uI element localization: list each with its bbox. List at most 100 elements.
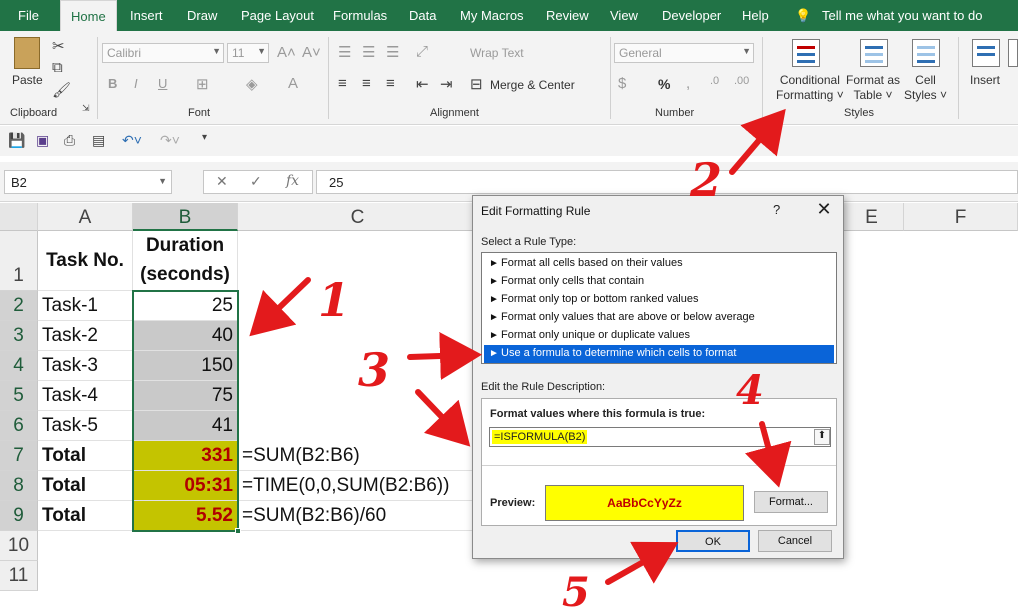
insert-cells-button[interactable]: Insert xyxy=(970,73,1000,88)
collapse-dialog-icon[interactable]: ⬆ xyxy=(814,429,830,445)
wrap-text-button[interactable]: Wrap Text xyxy=(470,46,524,61)
cell-a3[interactable]: Task-2 xyxy=(38,321,133,351)
row-header-9[interactable]: 9 xyxy=(0,501,38,531)
format-as-table-icon[interactable] xyxy=(860,39,888,67)
cell-c9[interactable]: =SUM(B2:B6)/60 xyxy=(238,501,478,531)
row-header-5[interactable]: 5 xyxy=(0,381,38,411)
cell-c8[interactable]: =TIME(0,0,SUM(B2:B6)) xyxy=(238,471,478,501)
column-header-f[interactable]: F xyxy=(904,203,1018,231)
format-as-table-button[interactable]: Format as Table ˅ xyxy=(846,73,900,103)
print-preview-icon[interactable]: ▤ xyxy=(92,132,105,149)
cell-a5[interactable]: Task-4 xyxy=(38,381,133,411)
number-format-select[interactable]: General ▼ xyxy=(614,43,754,63)
column-header-b[interactable]: B xyxy=(133,203,238,231)
rule-type-item[interactable]: ► Format all cells based on their values xyxy=(484,255,834,273)
close-icon[interactable]: ✕ xyxy=(813,199,835,220)
conditional-formatting-button[interactable]: Conditional Formatting ˅ xyxy=(776,73,844,103)
cell-a9[interactable]: Total xyxy=(38,501,133,531)
copy-icon[interactable]: ⧉ xyxy=(52,59,63,76)
row-header-3[interactable]: 3 xyxy=(0,321,38,351)
italic-button[interactable]: I xyxy=(134,76,138,91)
menu-my-macros[interactable]: My Macros xyxy=(460,8,524,23)
conditional-formatting-icon[interactable] xyxy=(792,39,820,67)
rule-type-item[interactable]: ► Format only unique or duplicate values xyxy=(484,327,834,345)
name-box[interactable]: B2 ▼ xyxy=(4,170,172,194)
align-middle-icon[interactable]: ☰ xyxy=(362,43,375,61)
format-button[interactable]: Format... xyxy=(754,491,828,513)
cell-a2[interactable]: Task-1 xyxy=(38,291,133,321)
paste-icon[interactable] xyxy=(14,37,40,69)
decrease-decimal-icon[interactable]: .00 xyxy=(734,75,749,87)
percent-button[interactable]: % xyxy=(658,77,670,92)
paste-button[interactable]: Paste xyxy=(12,73,43,88)
cell-c7[interactable]: =SUM(B2:B6) xyxy=(238,441,478,471)
format-painter-icon[interactable]: 🖌 xyxy=(52,81,71,99)
cell-b1[interactable]: Duration (seconds) xyxy=(133,231,238,291)
menu-developer[interactable]: Developer xyxy=(662,8,721,23)
underline-button[interactable]: U xyxy=(158,76,167,91)
tell-me-search[interactable]: Tell me what you want to do xyxy=(822,8,982,23)
select-all-corner[interactable] xyxy=(0,203,38,231)
row-header-6[interactable]: 6 xyxy=(0,411,38,441)
row-header-4[interactable]: 4 xyxy=(0,351,38,381)
formula-field[interactable]: =ISFORMULA(B2) ⬆ xyxy=(489,427,831,447)
align-center-icon[interactable]: ≡ xyxy=(362,75,371,92)
row-header-1[interactable]: 1 xyxy=(0,231,38,291)
row-header-2[interactable]: 2 xyxy=(0,291,38,321)
customize-toolbar-icon[interactable]: ▾ xyxy=(202,132,207,143)
merge-icon[interactable]: ⊟ xyxy=(470,75,483,93)
cell-styles-icon[interactable] xyxy=(912,39,940,67)
grow-font-icon[interactable]: A˄ xyxy=(277,44,296,61)
redo-icon[interactable]: ↷˅ xyxy=(160,132,180,149)
row-header-8[interactable]: 8 xyxy=(0,471,38,501)
borders-icon[interactable]: ⊞ xyxy=(196,75,209,93)
cut-icon[interactable]: ✂ xyxy=(52,37,65,55)
dialog-launcher-icon[interactable]: ⇲ xyxy=(82,103,90,114)
fill-handle[interactable] xyxy=(235,528,241,534)
menu-file[interactable]: File xyxy=(18,8,39,23)
undo-icon[interactable]: ↶˅ xyxy=(122,132,142,149)
rule-type-item[interactable]: ► Format only cells that contain xyxy=(484,273,834,291)
font-color-icon[interactable]: A xyxy=(288,75,298,92)
accounting-icon[interactable]: $ xyxy=(618,75,626,92)
menu-review[interactable]: Review xyxy=(546,8,589,23)
menu-formulas[interactable]: Formulas xyxy=(333,8,387,23)
cell-a1[interactable]: Task No. xyxy=(38,231,133,291)
font-size-select[interactable]: 11 ▼ xyxy=(227,43,269,63)
rule-type-item[interactable]: ► Format only values that are above or be… xyxy=(484,309,834,327)
increase-decimal-icon[interactable]: .0 xyxy=(710,75,719,87)
menu-home[interactable]: Home xyxy=(60,0,117,31)
cancel-entry-icon[interactable]: ✕ xyxy=(216,173,228,190)
menu-page-layout[interactable]: Page Layout xyxy=(241,8,314,23)
column-header-e[interactable]: E xyxy=(840,203,904,231)
row-header-10[interactable]: 10 xyxy=(0,531,38,561)
align-right-icon[interactable]: ≡ xyxy=(386,75,395,92)
insert-cells-icon[interactable] xyxy=(972,39,1000,67)
column-header-c[interactable]: C xyxy=(238,203,478,231)
delete-cells-icon[interactable] xyxy=(1008,39,1018,67)
fill-color-icon[interactable]: ◈ xyxy=(246,75,258,93)
row-header-7[interactable]: 7 xyxy=(0,441,38,471)
rule-type-item-selected[interactable]: ► Use a formula to determine which cells … xyxy=(484,345,834,363)
menu-insert[interactable]: Insert xyxy=(130,8,163,23)
cell-a8[interactable]: Total xyxy=(38,471,133,501)
bold-button[interactable]: B xyxy=(108,76,117,91)
menu-draw[interactable]: Draw xyxy=(187,8,217,23)
print-icon[interactable]: ⎙ xyxy=(64,132,75,149)
save-icon[interactable]: 💾 xyxy=(8,132,25,149)
help-icon[interactable]: ? xyxy=(773,202,780,217)
comma-style-icon[interactable]: , xyxy=(686,75,690,92)
cell-a4[interactable]: Task-3 xyxy=(38,351,133,381)
cell-styles-button[interactable]: Cell Styles ˅ xyxy=(904,73,947,103)
align-top-icon[interactable]: ☰ xyxy=(338,43,351,61)
rule-type-list[interactable]: ► Format all cells based on their values … xyxy=(481,252,837,364)
menu-help[interactable]: Help xyxy=(742,8,769,23)
insert-function-icon[interactable]: fx xyxy=(286,173,299,189)
merge-center-button[interactable]: Merge & Center xyxy=(490,78,575,93)
menu-data[interactable]: Data xyxy=(409,8,436,23)
menu-view[interactable]: View xyxy=(610,8,638,23)
column-header-a[interactable]: A xyxy=(38,203,133,231)
macro-icon[interactable]: ▣ xyxy=(36,132,49,149)
align-bottom-icon[interactable]: ☰ xyxy=(386,43,399,61)
formula-input[interactable]: 25 xyxy=(316,170,1018,194)
